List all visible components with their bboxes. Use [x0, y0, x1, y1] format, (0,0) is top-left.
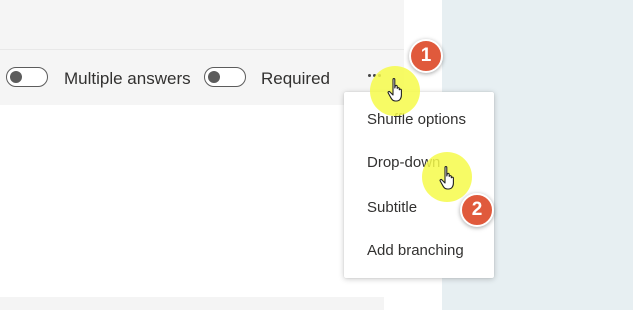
more-options-menu: Shuffle options Drop-down Subtitle Add b… [344, 92, 494, 278]
toggle-knob [10, 70, 22, 83]
menu-item-subtitle[interactable]: Subtitle [367, 199, 417, 216]
hand-cursor-icon [387, 78, 402, 102]
menu-item-shuffle-options[interactable]: Shuffle options [367, 111, 466, 128]
next-question-card-edge [0, 297, 384, 310]
menu-item-add-branching[interactable]: Add branching [367, 242, 464, 259]
required-toggle[interactable] [204, 67, 246, 87]
multiple-answers-toggle[interactable] [6, 67, 48, 87]
hand-cursor-icon [439, 166, 454, 190]
question-header-area [0, 0, 404, 49]
required-label: Required [261, 69, 330, 88]
step-badge-2: 2 [460, 193, 494, 227]
multiple-answers-label: Multiple answers [64, 69, 191, 88]
toggle-knob [208, 70, 220, 83]
step-badge-1: 1 [409, 39, 443, 73]
